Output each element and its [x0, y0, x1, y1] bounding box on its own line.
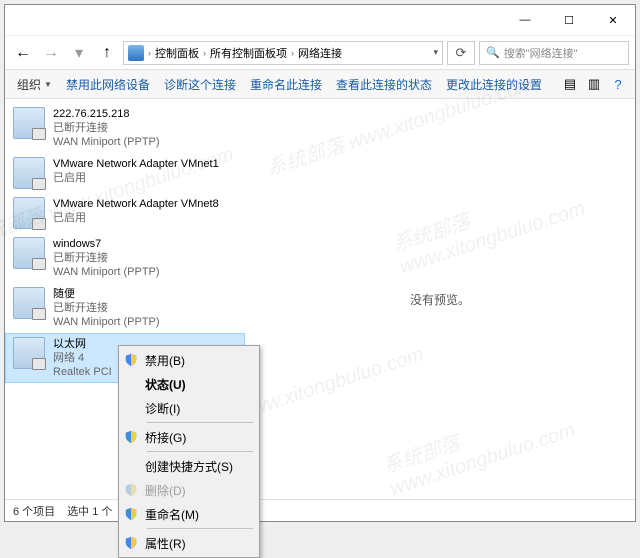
connection-item[interactable]: VMware Network Adapter VMnet8 已启用 — [5, 193, 245, 233]
back-button[interactable]: ← — [11, 41, 35, 65]
disable-device-button[interactable]: 禁用此网络设备 — [60, 73, 156, 96]
help-icon[interactable]: ? — [607, 73, 629, 95]
breadcrumb[interactable]: › 控制面板 › 所有控制面板项 › 网络连接 ▾ — [123, 41, 443, 65]
ctx-bridge[interactable]: 桥接(G) — [121, 425, 257, 449]
network-adapter-icon — [13, 337, 45, 369]
refresh-button[interactable]: ⟳ — [447, 41, 475, 65]
connection-name: windows7 — [53, 237, 160, 251]
close-button[interactable]: ✕ — [591, 5, 635, 35]
shield-icon — [123, 535, 139, 551]
chevron-down-icon[interactable]: ▾ — [67, 41, 91, 65]
chevron-right-icon: › — [148, 48, 151, 58]
rename-button[interactable]: 重命名此连接 — [244, 73, 328, 96]
ctx-status[interactable]: 状态(U) — [121, 372, 257, 396]
view-status-button[interactable]: 查看此连接的状态 — [330, 73, 438, 96]
separator — [147, 528, 253, 529]
shield-icon — [123, 506, 139, 522]
connection-status: 网络 4 — [53, 351, 112, 365]
crumb-all-items[interactable]: 所有控制面板项 — [210, 45, 287, 61]
chevron-right-icon: › — [291, 48, 294, 58]
connection-item[interactable]: 222.76.215.218 已断开连接 WAN Miniport (PPTP) — [5, 103, 245, 153]
shield-icon — [123, 482, 139, 498]
ctx-diagnose[interactable]: 诊断(I) — [121, 396, 257, 420]
up-button[interactable]: ↑ — [95, 41, 119, 65]
selected-count: 选中 1 个 — [67, 503, 112, 519]
connection-device: WAN Miniport (PPTP) — [53, 315, 160, 329]
ctx-disable[interactable]: 禁用(B) — [121, 348, 257, 372]
network-adapter-icon — [13, 237, 45, 269]
network-adapter-icon — [13, 107, 45, 139]
search-input[interactable]: 🔍 搜索"网络连接" — [479, 41, 629, 65]
network-adapter-icon — [13, 287, 45, 319]
connection-name: 随便 — [53, 287, 160, 301]
minimize-button[interactable]: — — [503, 5, 547, 35]
separator — [147, 451, 253, 452]
preview-empty-label: 没有预览。 — [410, 291, 470, 308]
network-adapter-icon — [13, 157, 45, 189]
search-icon: 🔍 — [486, 46, 500, 59]
maximize-button[interactable]: ☐ — [547, 5, 591, 35]
connection-name: VMware Network Adapter VMnet1 — [53, 157, 219, 171]
connection-name: 以太网 — [53, 337, 112, 351]
change-settings-button[interactable]: 更改此连接的设置 — [440, 73, 548, 96]
breadcrumb-dropdown-icon[interactable]: ▾ — [433, 47, 438, 58]
crumb-network[interactable]: 网络连接 — [298, 45, 342, 61]
connection-status: 已断开连接 — [53, 301, 160, 315]
connection-item[interactable]: 随便 已断开连接 WAN Miniport (PPTP) — [5, 283, 245, 333]
diagnose-button[interactable]: 诊断这个连接 — [158, 73, 242, 96]
content-area: 222.76.215.218 已断开连接 WAN Miniport (PPTP)… — [5, 99, 635, 499]
toolbar: 组织▼ 禁用此网络设备 诊断这个连接 重命名此连接 查看此连接的状态 更改此连接… — [5, 69, 635, 99]
connection-name: VMware Network Adapter VMnet8 — [53, 197, 219, 211]
crumb-control-panel[interactable]: 控制面板 — [155, 45, 199, 61]
address-bar: ← → ▾ ↑ › 控制面板 › 所有控制面板项 › 网络连接 ▾ ⟳ 🔍 搜索… — [5, 35, 635, 69]
connection-name: 222.76.215.218 — [53, 107, 160, 121]
preview-pane-icon[interactable]: ▥ — [583, 73, 605, 95]
titlebar: — ☐ ✕ — [5, 5, 635, 35]
ctx-rename[interactable]: 重命名(M) — [121, 502, 257, 526]
connection-device: WAN Miniport (PPTP) — [53, 265, 160, 279]
search-placeholder: 搜索"网络连接" — [504, 45, 578, 61]
network-adapter-icon — [13, 197, 45, 229]
window: — ☐ ✕ ← → ▾ ↑ › 控制面板 › 所有控制面板项 › 网络连接 ▾ … — [4, 4, 636, 522]
forward-button[interactable]: → — [39, 41, 63, 65]
shield-icon — [123, 352, 139, 368]
connection-item[interactable]: windows7 已断开连接 WAN Miniport (PPTP) — [5, 233, 245, 283]
item-count: 6 个项目 — [13, 503, 55, 519]
ctx-properties[interactable]: 属性(R) — [121, 531, 257, 555]
context-menu: 禁用(B) 状态(U) 诊断(I) 桥接(G) 创建快捷方式(S) 删除(D) … — [118, 345, 260, 558]
shield-icon — [123, 429, 139, 445]
connection-status: 已断开连接 — [53, 251, 160, 265]
connection-status: 已启用 — [53, 171, 219, 185]
organize-menu[interactable]: 组织▼ — [11, 73, 58, 96]
preview-pane: 没有预览。 — [245, 99, 635, 499]
chevron-right-icon: › — [203, 48, 206, 58]
connection-status: 已断开连接 — [53, 121, 160, 135]
view-options-icon[interactable]: ▤ — [559, 73, 581, 95]
ctx-shortcut[interactable]: 创建快捷方式(S) — [121, 454, 257, 478]
connection-device: WAN Miniport (PPTP) — [53, 135, 160, 149]
separator — [147, 422, 253, 423]
connection-status: 已启用 — [53, 211, 219, 225]
status-bar: 6 个项目 选中 1 个 — [5, 499, 635, 521]
connection-item[interactable]: VMware Network Adapter VMnet1 已启用 — [5, 153, 245, 193]
connection-device: Realtek PCI — [53, 365, 112, 379]
control-panel-icon — [128, 45, 144, 61]
ctx-delete: 删除(D) — [121, 478, 257, 502]
